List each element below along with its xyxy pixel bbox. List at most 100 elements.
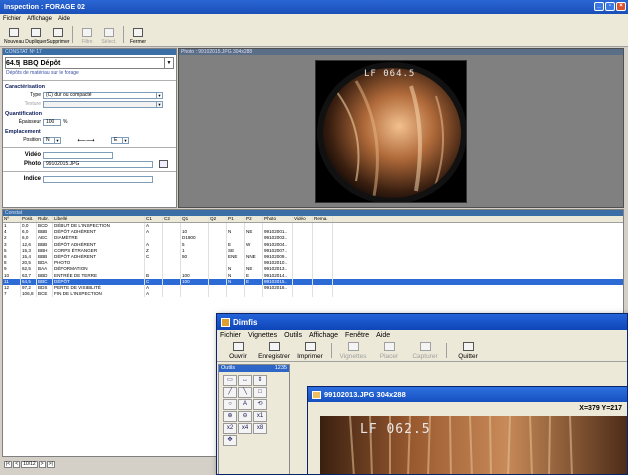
tools-count: 1235	[274, 365, 287, 371]
line-icon[interactable]: ╱	[223, 387, 237, 398]
column-header[interactable]: Rubr.	[37, 216, 53, 222]
horizontal-measure-icon[interactable]: ↔	[238, 375, 252, 386]
minimize-button[interactable]: _	[594, 2, 604, 11]
photo-label: Photo	[24, 161, 41, 167]
toolbar-button-enregistrer[interactable]: Enregistrer	[256, 340, 292, 361]
menu-outils[interactable]: Outils	[284, 332, 302, 339]
zoom-2x-icon[interactable]: x2	[223, 423, 237, 434]
menu-fichier[interactable]: Fichier	[3, 16, 21, 22]
observation-name: BBQ Dépôt	[23, 59, 61, 67]
maximize-button[interactable]: ▫	[605, 2, 615, 11]
toolbar-button-label: Supprimer	[46, 39, 70, 45]
cursor-coordinates: X=379 Y=217	[579, 405, 622, 412]
texture-select[interactable]: ▼	[43, 100, 163, 108]
window-title: Inspection : FORAGE 02	[4, 3, 85, 11]
column-header[interactable]: Nº	[3, 216, 21, 222]
toolbar-button-label: Fermer	[129, 39, 147, 45]
menu-fichier[interactable]: Fichier	[220, 332, 241, 339]
table-cell: A	[145, 291, 163, 298]
column-header[interactable]: C2	[163, 216, 181, 222]
toolbar-separator	[123, 26, 124, 43]
column-header[interactable]: Q2	[209, 216, 227, 222]
dimfis-titlebar: Dimfis	[217, 314, 627, 330]
dimfis-toolbar: Ouvrir Enregistrer Imprimer Vignettes Placer…	[217, 340, 627, 362]
observation-code: 64.5	[6, 59, 20, 67]
menu-aide[interactable]: Aide	[58, 16, 70, 22]
toolbar-button-dupliquer[interactable]: Dupliquer	[25, 23, 47, 46]
toolbar-button-placer[interactable]: Placer	[371, 340, 407, 361]
table-row[interactable]: 7 106,8 BCE FIN DE L'INSPECTION A	[3, 291, 623, 298]
zoom-in-icon[interactable]: ⊕	[223, 411, 237, 422]
zoom-out-icon[interactable]: ⊖	[238, 411, 252, 422]
table-cell	[263, 291, 293, 298]
first-record-button[interactable]: |<	[4, 461, 13, 468]
column-header[interactable]: Vidéo	[293, 216, 313, 222]
pipe-photo-image	[316, 61, 466, 202]
square-icon[interactable]: □	[253, 387, 267, 398]
column-header[interactable]: Photo	[263, 216, 293, 222]
prev-record-button[interactable]: <	[13, 461, 21, 468]
text-icon[interactable]: A	[238, 399, 252, 410]
photo-overlay-text: LF 064.5	[364, 69, 416, 79]
column-header[interactable]: Libellé	[53, 216, 145, 222]
zoom-8x-icon[interactable]: x8	[253, 423, 267, 434]
toolbar-button-nouveau[interactable]: Nouveau	[3, 23, 25, 46]
photo-input[interactable]: 99102015.JPG	[43, 160, 153, 168]
toolbar-button-s-lect-[interactable]: Sélect.	[98, 23, 120, 46]
code-select[interactable]: 64.5 BBQ Dépôt ▼	[5, 57, 174, 69]
table-cell: 106,8	[21, 291, 37, 298]
zoom-1x-icon[interactable]: x1	[253, 411, 267, 422]
toolbar-button-label: Imprimer	[297, 353, 323, 360]
menu-affichage[interactable]: Affichage	[309, 332, 338, 339]
toolbar-button-label: Vignettes	[339, 353, 367, 360]
vertical-measure-icon[interactable]: ⇕	[253, 375, 267, 386]
ellipse-icon[interactable]: ○	[223, 399, 237, 410]
last-record-button[interactable]: >|	[46, 461, 55, 468]
browse-photo-icon[interactable]	[159, 160, 168, 168]
type-select[interactable]: (C) dur ou compacté ▼	[43, 91, 163, 99]
toolbar-button-vignettes[interactable]: Vignettes	[335, 340, 371, 361]
column-header[interactable]: Rema.	[313, 216, 333, 222]
toolbar-button-fermer[interactable]: Fermer	[127, 23, 149, 46]
toolbar-button-quitter[interactable]: Quitter	[450, 340, 486, 361]
epaisseur-input[interactable]: 100	[43, 118, 61, 126]
column-header[interactable]: P2	[245, 216, 263, 222]
toolbar-button-label: Capturer	[412, 353, 438, 360]
toolbar-button-capturer[interactable]: Capturer	[407, 340, 443, 361]
toolbar-separator	[331, 343, 332, 358]
rotate-icon[interactable]: ⟲	[253, 399, 267, 410]
next-record-button[interactable]: >	[38, 461, 46, 468]
menu-affichage[interactable]: Affichage	[27, 16, 52, 22]
table-cell	[163, 291, 181, 298]
epaisseur-unit: %	[63, 119, 68, 125]
toolbar-button-ouvrir[interactable]: Ouvrir	[220, 340, 256, 361]
position-to-select[interactable]: E ▼	[111, 136, 129, 144]
filter-icon	[82, 28, 92, 37]
chevron-down-icon: ▼	[156, 101, 162, 107]
toolbar-button-supprimer[interactable]: Supprimer	[46, 23, 70, 46]
rectangle-select-icon[interactable]: ▭	[223, 375, 237, 386]
toolbar-separator	[72, 26, 73, 43]
pan-icon[interactable]: ✥	[223, 435, 237, 446]
menu-vignettes[interactable]: Vignettes	[248, 332, 277, 339]
chevron-down-icon: ▼	[54, 137, 60, 143]
video-input[interactable]	[43, 151, 113, 159]
zoom-4x-icon[interactable]: x4	[238, 423, 252, 434]
dimfis-menubar: Fichier Vignettes Outils Affichage Fenêt…	[217, 330, 627, 340]
menu-fenetre[interactable]: Fenêtre	[345, 332, 369, 339]
column-header[interactable]: C1	[145, 216, 163, 222]
column-header[interactable]: Q1	[181, 216, 209, 222]
column-header[interactable]: Posit.	[21, 216, 37, 222]
diagonal-line-icon[interactable]: ╲	[238, 387, 252, 398]
indice-input[interactable]	[43, 175, 153, 183]
toolbar-button-filtre[interactable]: Filtre	[76, 23, 98, 46]
toolbar-button-imprimer[interactable]: Imprimer	[292, 340, 328, 361]
app-logo-icon	[221, 317, 230, 327]
column-header[interactable]: P1	[227, 216, 245, 222]
chevron-down-icon[interactable]: ▼	[164, 58, 173, 68]
panel-header: CONSTAT Nº 17	[3, 49, 176, 55]
menu-aide[interactable]: Aide	[376, 332, 390, 339]
close-button[interactable]: ×	[616, 2, 626, 11]
toolbar-separator	[446, 343, 447, 358]
position-from-select[interactable]: N ▼	[43, 136, 61, 144]
